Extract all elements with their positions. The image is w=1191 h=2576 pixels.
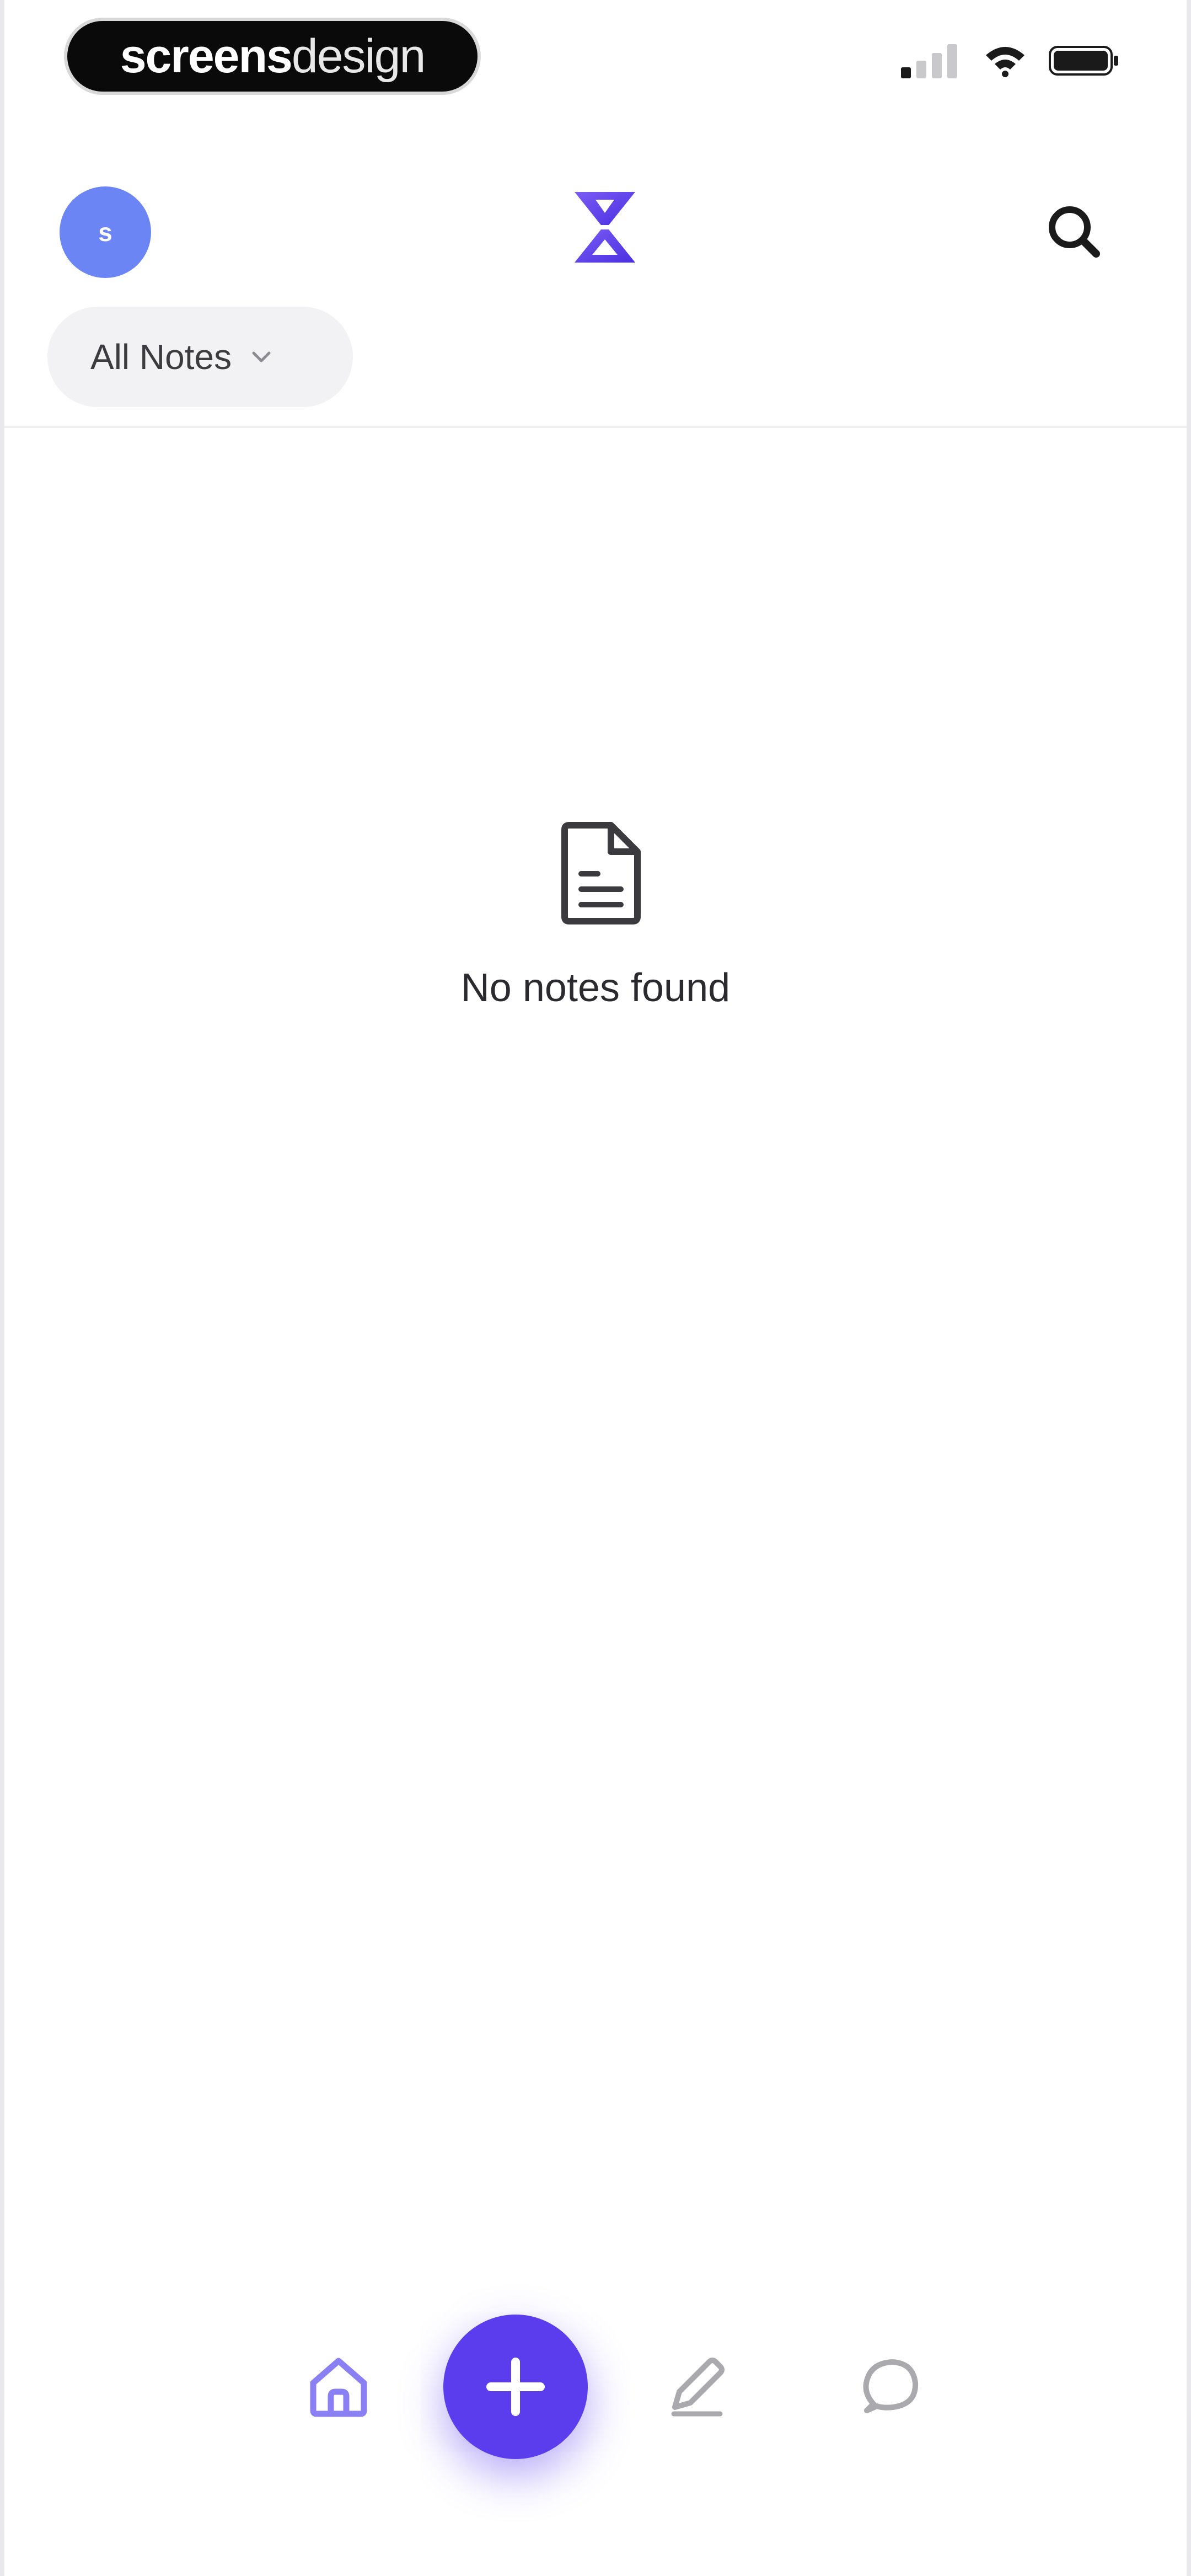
chevron-down-icon xyxy=(252,351,271,362)
watermark-text-bold: screens xyxy=(120,29,293,83)
chat-bubble-icon xyxy=(863,2359,919,2413)
nav-chat-button[interactable] xyxy=(852,2348,930,2425)
filter-label: All Notes xyxy=(90,337,232,377)
hourglass-logo-icon xyxy=(575,192,635,263)
status-bar-icons xyxy=(901,43,1120,78)
document-icon xyxy=(561,822,641,924)
add-note-button[interactable] xyxy=(443,2315,588,2459)
wifi-icon xyxy=(986,47,1024,77)
nav-edit-button[interactable] xyxy=(657,2348,734,2425)
plus-icon xyxy=(486,2358,545,2416)
search-icon xyxy=(1049,206,1100,258)
empty-state-message: No notes found xyxy=(460,966,731,1010)
battery-icon xyxy=(1049,46,1118,76)
app-screen: screens design s All Notes No notes foun… xyxy=(0,0,1191,2576)
bottom-navigation xyxy=(4,2311,1187,2466)
watermark-text-light: design xyxy=(291,29,426,83)
avatar-initial: s xyxy=(98,218,112,247)
search-button[interactable] xyxy=(1043,201,1104,261)
nav-home-button[interactable] xyxy=(300,2348,377,2425)
profile-avatar[interactable]: s xyxy=(60,186,151,278)
home-icon xyxy=(310,2358,367,2417)
cellular-signal-icon xyxy=(901,44,957,78)
header-divider xyxy=(4,426,1187,428)
notes-filter-dropdown[interactable]: All Notes xyxy=(47,307,353,407)
screensdesign-watermark: screens design xyxy=(64,18,481,95)
pen-icon xyxy=(671,2358,725,2417)
